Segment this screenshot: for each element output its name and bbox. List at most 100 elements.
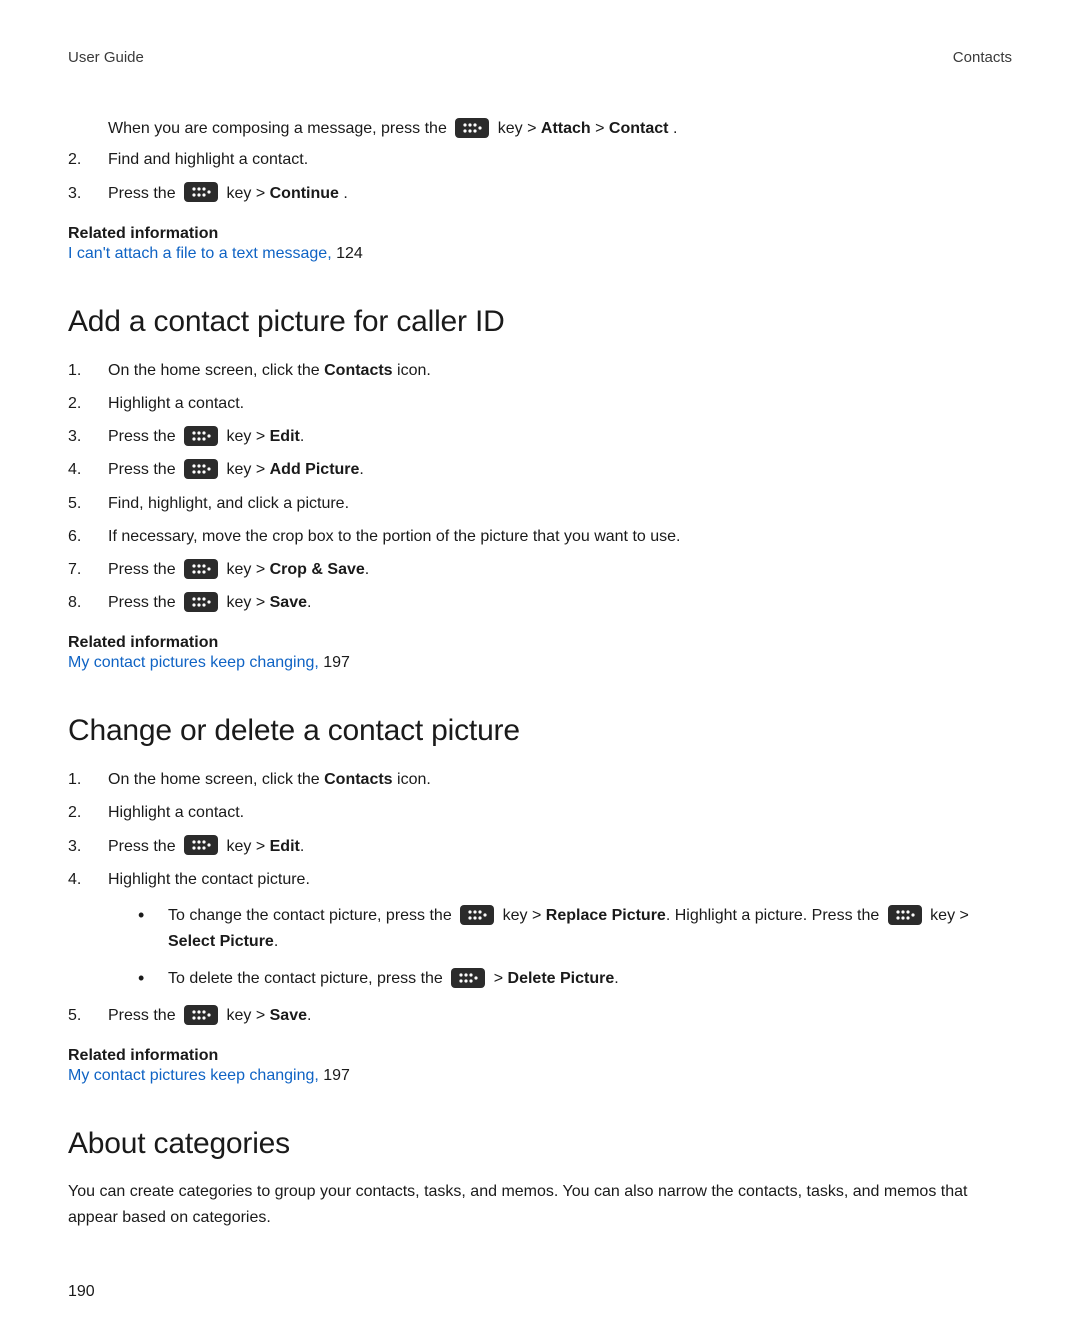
text: icon. xyxy=(393,362,431,379)
page-header: User Guide Contacts xyxy=(68,49,1012,66)
text: > xyxy=(494,970,508,987)
related-link-row: My contact pictures keep changing, 197 xyxy=(68,654,1012,672)
related-info-heading: Related information xyxy=(68,225,1012,243)
menu-save: Save xyxy=(270,1007,307,1024)
text: key > xyxy=(226,838,269,855)
link-cant-attach[interactable]: I can't attach a file to a text message, xyxy=(68,245,336,262)
text: Press the xyxy=(108,561,180,578)
step-text: Find and highlight a contact. xyxy=(108,146,1012,173)
change-step-3: 3. Press the key > Edit. xyxy=(68,833,1012,860)
text: > xyxy=(960,907,969,924)
bullet-icon: • xyxy=(138,903,168,928)
page-ref: 197 xyxy=(323,1067,350,1084)
step-text: Press the key > Edit. xyxy=(108,833,1012,860)
text: Press the xyxy=(108,185,180,202)
text: Press the xyxy=(108,1007,180,1024)
related-info-heading: Related information xyxy=(68,1047,1012,1065)
step-number: 8. xyxy=(68,589,108,616)
step-text: If necessary, move the crop box to the p… xyxy=(108,523,1012,550)
bb-menu-key-icon xyxy=(184,459,218,479)
bb-menu-key-icon xyxy=(184,835,218,855)
add-step-5: 5. Find, highlight, and click a picture. xyxy=(68,490,1012,517)
text: . xyxy=(300,838,304,855)
step-number: 7. xyxy=(68,556,108,583)
menu-add-picture: Add Picture xyxy=(270,461,360,478)
step-number: 3. xyxy=(68,423,108,450)
related-link-row: My contact pictures keep changing, 197 xyxy=(68,1067,1012,1085)
add-step-7: 7. Press the key > Crop & Save. xyxy=(68,556,1012,583)
related-link-row: I can't attach a file to a text message,… xyxy=(68,245,1012,263)
text: To change the contact picture, press the xyxy=(168,907,456,924)
text: key > xyxy=(503,907,546,924)
text: . xyxy=(614,970,618,987)
menu-delete-picture: Delete Picture xyxy=(508,970,615,987)
text: Press the xyxy=(108,594,180,611)
bullet-text: To change the contact picture, press the… xyxy=(168,903,1012,956)
step-number: 2. xyxy=(68,799,108,826)
header-left: User Guide xyxy=(68,49,144,66)
text: . xyxy=(300,428,304,445)
bb-menu-key-icon xyxy=(184,592,218,612)
text: Press the xyxy=(108,461,180,478)
sub-bullet-group: • To change the contact picture, press t… xyxy=(68,903,1012,992)
menu-save: Save xyxy=(270,594,307,611)
step-text: Highlight the contact picture. xyxy=(108,866,1012,893)
menu-replace-picture: Replace Picture xyxy=(546,907,666,924)
change-step-5: 5. Press the key > Save. xyxy=(68,1002,1012,1029)
bb-menu-key-icon xyxy=(184,182,218,202)
step-2: 2. Find and highlight a contact. xyxy=(68,146,1012,173)
menu-select-picture: Select Picture xyxy=(168,933,274,950)
bb-menu-key-icon xyxy=(451,968,485,988)
menu-crop-save: Crop & Save xyxy=(270,561,365,578)
text: > xyxy=(595,120,609,137)
step-number: 2. xyxy=(68,146,108,173)
bullet-icon: • xyxy=(138,966,168,991)
link-pictures-changing[interactable]: My contact pictures keep changing, xyxy=(68,1067,323,1084)
change-step-1: 1. On the home screen, click the Contact… xyxy=(68,766,1012,793)
step-text: Press the key > Save. xyxy=(108,1002,1012,1029)
heading-about-categories: About categories xyxy=(68,1127,1012,1161)
page-ref: 197 xyxy=(323,654,350,671)
text: . Highlight a picture. Press the xyxy=(666,907,884,924)
menu-continue: Continue xyxy=(270,185,339,202)
text: key > xyxy=(226,1007,269,1024)
bb-menu-key-icon xyxy=(455,118,489,138)
sub-bullet-change: • To change the contact picture, press t… xyxy=(138,903,1012,956)
menu-edit: Edit xyxy=(270,428,300,445)
text: key xyxy=(930,907,959,924)
add-step-6: 6. If necessary, move the crop box to th… xyxy=(68,523,1012,550)
text: To delete the contact picture, press the xyxy=(168,970,447,987)
text: key > xyxy=(498,120,541,137)
page-number: 190 xyxy=(68,1283,95,1301)
add-step-2: 2. Highlight a contact. xyxy=(68,390,1012,417)
step-number: 6. xyxy=(68,523,108,550)
step-number: 5. xyxy=(68,490,108,517)
bullet-text: To delete the contact picture, press the… xyxy=(168,966,1012,992)
step-text: Press the key > Save. xyxy=(108,589,1012,616)
step-number: 3. xyxy=(68,180,108,207)
text: . xyxy=(343,185,347,202)
link-pictures-changing[interactable]: My contact pictures keep changing, xyxy=(68,654,323,671)
related-info-heading: Related information xyxy=(68,634,1012,652)
add-step-4: 4. Press the key > Add Picture. xyxy=(68,456,1012,483)
contacts-icon-label: Contacts xyxy=(324,362,392,379)
about-categories-paragraph: You can create categories to group your … xyxy=(68,1179,1012,1230)
step-text: Press the key > Add Picture. xyxy=(108,456,1012,483)
text: . xyxy=(274,933,278,950)
step-number: 3. xyxy=(68,833,108,860)
add-step-3: 3. Press the key > Edit. xyxy=(68,423,1012,450)
text: On the home screen, click the xyxy=(108,771,324,788)
step-number: 1. xyxy=(68,357,108,384)
text: . xyxy=(307,594,311,611)
text: . xyxy=(359,461,363,478)
add-step-1: 1. On the home screen, click the Contact… xyxy=(68,357,1012,384)
page-ref: 124 xyxy=(336,245,363,262)
text: . xyxy=(307,1007,311,1024)
change-step-4: 4. Highlight the contact picture. xyxy=(68,866,1012,893)
step-number: 1. xyxy=(68,766,108,793)
header-right: Contacts xyxy=(953,49,1012,66)
compose-instruction: When you are composing a message, press … xyxy=(68,116,1012,142)
step-text: Press the key > Edit. xyxy=(108,423,1012,450)
text: key > xyxy=(226,428,269,445)
step-text: On the home screen, click the Contacts i… xyxy=(108,766,1012,793)
